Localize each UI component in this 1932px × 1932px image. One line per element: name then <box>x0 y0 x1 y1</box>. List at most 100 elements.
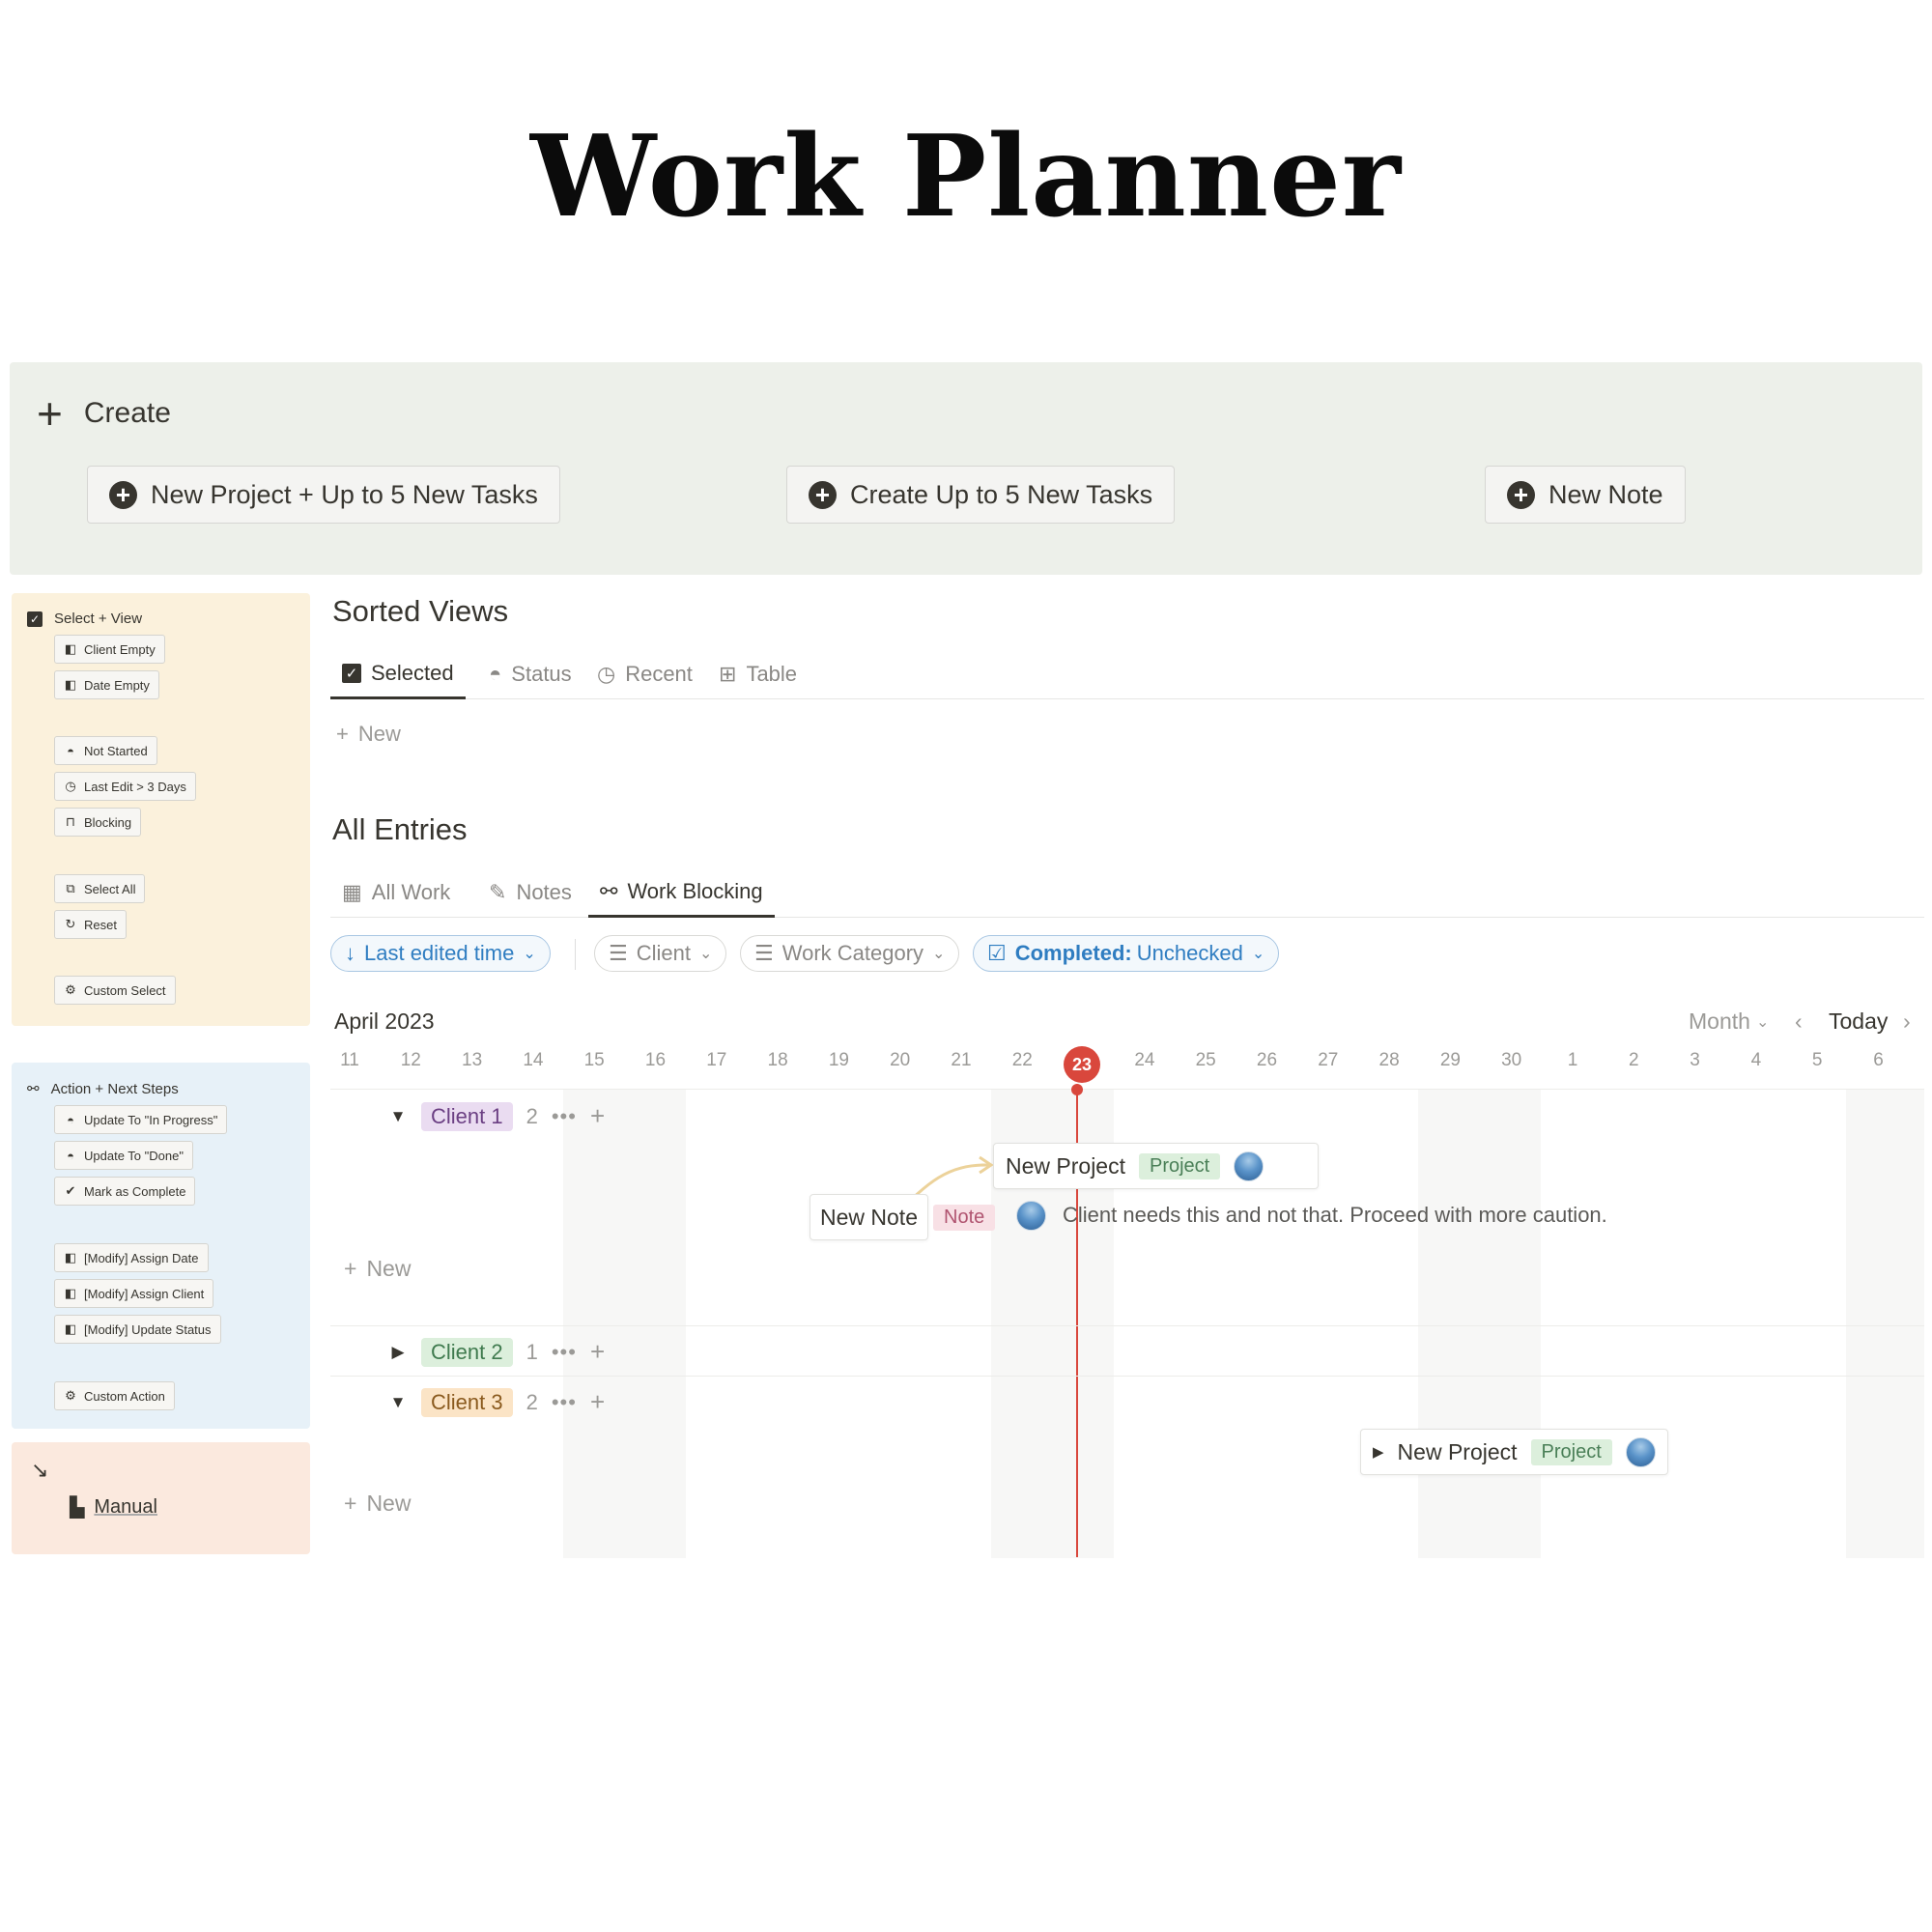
work-category-filter[interactable]: ☰ Work Category ⌄ <box>740 935 960 972</box>
filter-key: Completed: <box>1014 941 1132 965</box>
plus-icon: + <box>336 722 349 746</box>
event-card-new-project-client3[interactable]: ▶ New Project Project <box>1360 1429 1668 1475</box>
new-note-button[interactable]: + New Note <box>1485 466 1686 524</box>
card-tag: Project <box>1138 1152 1221 1179</box>
day-label: 29 <box>1439 1050 1461 1070</box>
date-empty-button[interactable]: ◧ Date Empty <box>54 670 159 699</box>
group3-new-button[interactable]: + New <box>344 1491 411 1517</box>
today-button[interactable]: Today <box>1829 1009 1888 1035</box>
update-status-button[interactable]: ◧ [Modify] Update Status <box>54 1315 221 1344</box>
day-label: 13 <box>462 1050 483 1070</box>
chevron-left-icon: ‹ <box>1795 1009 1803 1034</box>
select-all-button[interactable]: ⧉ Select All <box>54 874 146 903</box>
table-icon: ⊞ <box>719 662 737 686</box>
clock-icon: ◷ <box>597 662 616 686</box>
button-label: Create Up to 5 New Tasks <box>850 479 1153 509</box>
edit-icon: ✎ <box>489 880 507 904</box>
clock-icon: ◷ <box>65 779 76 793</box>
tab-status[interactable]: ◓ Status <box>477 649 583 699</box>
create-tasks-button[interactable]: + Create Up to 5 New Tasks <box>786 466 1176 524</box>
group-client-2[interactable]: ▶ Client 2 1 ••• + <box>388 1337 605 1367</box>
plus-icon[interactable]: + <box>590 1387 605 1417</box>
select-icon: ⧉ <box>66 881 75 895</box>
new-label: New <box>357 722 401 746</box>
event-card-new-note[interactable]: New Note <box>810 1194 928 1240</box>
day-label: 1 <box>1567 1050 1578 1070</box>
tab-table[interactable]: ⊞ Table <box>707 649 809 699</box>
weekend-band <box>1846 1090 1924 1558</box>
action-heading: ⚯ Action + Next Steps <box>27 1080 179 1098</box>
plus-icon: + <box>344 1256 357 1281</box>
status-icon: ◓ <box>489 662 502 686</box>
event-card-new-project[interactable]: New Project Project <box>993 1143 1320 1189</box>
sorted-new-button[interactable]: + New <box>336 722 401 747</box>
list-icon: ☰ <box>754 941 774 965</box>
more-icon[interactable]: ••• <box>552 1340 577 1365</box>
status-icon: ◓ <box>67 1112 74 1127</box>
tab-label: All Work <box>371 880 451 904</box>
group-count: 2 <box>526 1103 538 1128</box>
client-filter[interactable]: ☰ Client ⌄ <box>594 935 727 972</box>
day-label: 3 <box>1690 1050 1700 1070</box>
prev-button[interactable]: ‹ <box>1795 1009 1803 1035</box>
group-client-3[interactable]: ▼ Client 3 2 ••• + <box>388 1387 605 1417</box>
tab-all-work[interactable]: ▦ All Work <box>330 867 462 918</box>
more-icon[interactable]: ••• <box>552 1390 577 1415</box>
avatar <box>1016 1201 1046 1231</box>
mark-complete-button[interactable]: ✔ Mark as Complete <box>54 1177 196 1206</box>
completed-filter[interactable]: ☑ Completed: Unchecked ⌄ <box>973 935 1280 972</box>
card-title: New Note <box>820 1204 918 1230</box>
plus-circle-icon: + <box>109 480 137 509</box>
button-label: Mark as Complete <box>84 1183 186 1199</box>
client-empty-button[interactable]: ◧ Client Empty <box>54 635 165 664</box>
tab-label: Status <box>511 662 572 686</box>
plus-icon[interactable]: + <box>590 1337 605 1367</box>
assign-client-button[interactable]: ◧ [Modify] Assign Client <box>54 1279 214 1308</box>
button-label: Blocking <box>84 814 132 830</box>
create-heading: + Create <box>37 391 171 436</box>
day-label: 21 <box>951 1050 972 1070</box>
group-client-1[interactable]: ▼ Client 1 2 ••• + <box>388 1101 605 1131</box>
manual-panel: ↘ ▙ Manual <box>12 1442 310 1554</box>
plus-circle-icon: + <box>809 480 837 509</box>
chevron-down-icon: ⌄ <box>698 946 713 962</box>
tab-recent[interactable]: ◷ Recent <box>585 649 704 699</box>
new-project-tasks-button[interactable]: + New Project + Up to 5 New Tasks <box>87 466 560 524</box>
tab-work-blocking[interactable]: ⚯ Work Blocking <box>588 867 775 918</box>
custom-select-button[interactable]: ⚙ Custom Select <box>54 976 176 1005</box>
update-in-progress-button[interactable]: ◓ Update To "In Progress" <box>54 1105 228 1134</box>
plus-icon[interactable]: + <box>590 1101 605 1131</box>
avatar <box>1234 1151 1264 1181</box>
more-icon[interactable]: ••• <box>552 1104 577 1129</box>
last-edit-button[interactable]: ◷ Last Edit > 3 Days <box>54 772 196 801</box>
group-count: 2 <box>526 1389 538 1414</box>
button-label: Date Empty <box>84 677 150 693</box>
sort-filter[interactable]: ↓ Last edited time ⌄ <box>330 935 551 972</box>
tab-selected[interactable]: ✓ Selected <box>330 649 466 699</box>
group-tag: Client 2 <box>421 1337 513 1367</box>
not-started-button[interactable]: ◓ Not Started <box>54 736 157 765</box>
reset-button[interactable]: ↻ Reset <box>54 910 127 939</box>
button-label: New Project + Up to 5 New Tasks <box>151 479 538 509</box>
page-title: Work Planner <box>529 111 1403 242</box>
day-label: 27 <box>1318 1050 1339 1070</box>
view-select[interactable]: Month ⌄ <box>1689 1009 1769 1035</box>
update-done-button[interactable]: ◓ Update To "Done" <box>54 1141 193 1170</box>
assign-date-button[interactable]: ◧ [Modify] Assign Date <box>54 1243 209 1272</box>
all-entries-tabs: ▦ All Work ✎ Notes ⚯ Work Blocking <box>330 867 1924 918</box>
select-view-panel: ✓ Select + View ◧ Client Empty ◧ Date Empt… <box>12 593 310 1026</box>
day-label: 12 <box>400 1050 421 1070</box>
toggle-icon: ◧ <box>64 641 77 656</box>
chevron-down-icon: ⌄ <box>1251 946 1265 962</box>
next-button[interactable]: › <box>1903 1009 1911 1035</box>
tab-label: Recent <box>625 662 693 686</box>
manual-link[interactable]: ▙ Manual <box>70 1495 157 1520</box>
tab-notes[interactable]: ✎ Notes <box>477 867 583 918</box>
custom-action-button[interactable]: ⚙ Custom Action <box>54 1381 175 1410</box>
day-label: 14 <box>523 1050 544 1070</box>
blocking-button[interactable]: ⊓ Blocking <box>54 808 142 837</box>
create-panel: + Create + New Project + Up to 5 New Tas… <box>10 362 1922 575</box>
weekend-band <box>1418 1090 1541 1558</box>
button-label: Update To "Done" <box>84 1148 184 1163</box>
group1-new-button[interactable]: + New <box>344 1256 411 1282</box>
